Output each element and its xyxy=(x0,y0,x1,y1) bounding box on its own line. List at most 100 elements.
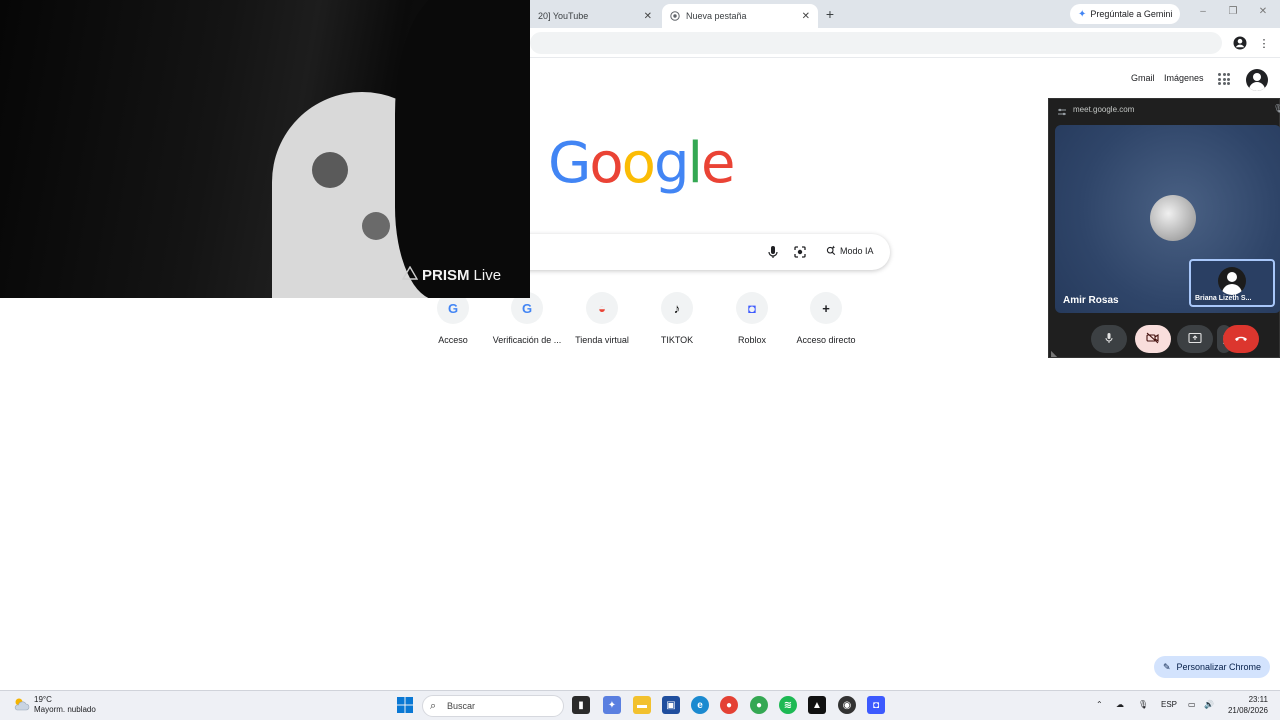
webcam-person-hair xyxy=(395,0,530,298)
prism-live-icon[interactable]: ▲ xyxy=(808,696,826,714)
participant-avatar xyxy=(1150,195,1196,241)
chrome-icon xyxy=(670,11,680,21)
shortcut-roblox[interactable]: ◘ Roblox xyxy=(715,292,789,345)
images-link[interactable]: Imágenes xyxy=(1164,73,1204,83)
mic-button[interactable] xyxy=(1091,325,1127,353)
apps-grid-icon[interactable] xyxy=(1218,73,1230,85)
tab-new-tab[interactable]: Nueva pestaña ✕ xyxy=(662,4,818,28)
shortcut-label: Verificación de ... xyxy=(492,335,562,345)
weather-temp: 19°C xyxy=(34,695,52,704)
camera-off-button[interactable] xyxy=(1135,325,1171,353)
address-bar[interactable] xyxy=(530,32,1222,54)
tab-label: 20] YouTube xyxy=(538,11,589,21)
chrome-taskbar-icon[interactable]: ● xyxy=(720,696,738,714)
plus-icon: + xyxy=(810,292,842,324)
chrome-profile-icon[interactable]: ● xyxy=(750,696,768,714)
prism-live-label: Live xyxy=(473,266,502,284)
shortcut-verificacion[interactable]: G Verificación de ... xyxy=(490,292,564,345)
close-icon[interactable]: ✕ xyxy=(644,11,652,22)
windows-start-icon[interactable] xyxy=(397,697,413,718)
tune-icon xyxy=(1057,104,1067,122)
taskbar: 19°C Mayorm. nublado ⌕ Buscar ▮ ✦ ▬ ▣ e … xyxy=(0,690,1280,720)
customize-chrome-button[interactable]: ✎ Personalizar Chrome xyxy=(1154,656,1270,678)
ai-mode-button[interactable]: Modo IA xyxy=(820,240,880,262)
tab-label: Nueva pestaña xyxy=(686,11,747,21)
google-lens-icon[interactable] xyxy=(791,243,809,261)
logo-letter: e xyxy=(701,131,735,196)
file-explorer-icon[interactable]: ▬ xyxy=(633,696,651,714)
weather-desc: Mayorm. nublado xyxy=(34,705,96,714)
mic-indicator-icon: 🎙 xyxy=(1273,104,1280,113)
microphone-tray-icon[interactable]: 🎙 xyxy=(1138,700,1148,709)
window-close-icon[interactable]: ✕ xyxy=(1255,6,1271,17)
spotify-icon[interactable]: ≋ xyxy=(779,696,797,714)
shortcut-label: Acceso xyxy=(438,335,468,345)
camera-off-icon xyxy=(1146,332,1160,347)
new-tab-button[interactable]: + xyxy=(822,6,838,22)
hang-up-icon xyxy=(1234,333,1248,345)
account-avatar[interactable] xyxy=(1246,69,1268,91)
hang-up-button[interactable] xyxy=(1223,325,1259,353)
tab-youtube[interactable]: 20] YouTube ✕ xyxy=(530,4,660,28)
logo-letter: g xyxy=(653,131,690,196)
clock-time: 23:11 xyxy=(1248,695,1268,704)
microphone-icon[interactable] xyxy=(764,243,782,261)
language-indicator[interactable]: ESP xyxy=(1161,700,1177,709)
webcam-overlay: PRISM Live xyxy=(0,0,530,298)
pencil-icon: ✎ xyxy=(1162,661,1171,672)
shortcut-label: TIKTOK xyxy=(660,335,694,345)
customize-label: Personalizar Chrome xyxy=(1176,662,1262,672)
system-clock[interactable]: 23:11 21/08/2026 xyxy=(1226,694,1268,716)
gemini-spark-icon: ✦ xyxy=(1078,8,1087,20)
self-name: Briana Lizeth S... xyxy=(1195,295,1252,302)
ai-sparkle-search-icon xyxy=(826,245,836,257)
logo-letter: o xyxy=(621,131,656,196)
obs-icon[interactable]: ◉ xyxy=(838,696,856,714)
tiktok-icon: ♪ xyxy=(661,292,693,324)
logo-letter: o xyxy=(589,131,623,196)
edge-icon[interactable]: e xyxy=(691,696,709,714)
onedrive-cloud-icon[interactable]: ☁ xyxy=(1116,700,1124,709)
store-icon[interactable]: ▣ xyxy=(662,696,680,714)
google-logo: Google xyxy=(548,136,736,192)
shortcut-label: Acceso directo xyxy=(796,335,856,345)
shortcut-acceso[interactable]: G Acceso xyxy=(416,292,490,345)
minimize-icon[interactable]: – xyxy=(1195,6,1211,17)
gmail-link[interactable]: Gmail xyxy=(1131,73,1155,83)
volume-icon[interactable]: 🔊 xyxy=(1204,700,1214,709)
kebab-menu-icon[interactable]: ⋮ xyxy=(1256,35,1272,51)
shortcut-tienda-virtual[interactable]: ◒ Tienda virtual xyxy=(565,292,639,345)
task-view-icon[interactable]: ▮ xyxy=(572,696,590,714)
ai-mode-label: Modo IA xyxy=(840,246,874,256)
present-button[interactable] xyxy=(1177,325,1213,353)
meet-url: meet.google.com xyxy=(1073,105,1135,114)
chevron-up-icon[interactable]: ⌃ xyxy=(1096,700,1103,709)
microphone-icon xyxy=(1103,332,1115,347)
meet-main-tile: Amir Rosas Briana Lizeth S... xyxy=(1055,125,1280,313)
shortcut-add[interactable]: + Acceso directo xyxy=(789,292,863,345)
participant-name: Amir Rosas xyxy=(1063,295,1119,306)
meet-pip-window: meet.google.com 🎙 Amir Rosas Briana Lize… xyxy=(1048,98,1280,358)
shortcut-tiktok[interactable]: ♪ TIKTOK xyxy=(640,292,714,345)
prism-triangle-icon xyxy=(401,265,419,284)
self-avatar xyxy=(1218,267,1246,295)
resize-handle-icon[interactable]: ◣ xyxy=(1051,349,1057,358)
taskbar-search-placeholder: Buscar xyxy=(447,701,476,711)
roblox-taskbar-icon[interactable]: ◘ xyxy=(867,696,885,714)
network-icon[interactable]: ▭ xyxy=(1188,700,1196,709)
shortcut-label: Roblox xyxy=(737,335,766,345)
clock-date: 21/08/2026 xyxy=(1227,706,1268,715)
gemini-label: Pregúntale a Gemini xyxy=(1090,9,1173,19)
gemini-button[interactable]: ✦ Pregúntale a Gemini xyxy=(1070,4,1181,24)
self-tile[interactable]: Briana Lizeth S... xyxy=(1189,259,1275,307)
copilot-icon[interactable]: ✦ xyxy=(603,696,621,714)
shortcut-label: Tienda virtual xyxy=(575,335,629,345)
profile-icon[interactable] xyxy=(1232,35,1248,51)
cloud-sun-icon[interactable] xyxy=(12,696,30,712)
rainbow-icon: ◒ xyxy=(586,292,618,324)
restore-icon[interactable]: ❐ xyxy=(1225,6,1241,17)
search-icon: ⌕ xyxy=(430,700,437,712)
taskbar-search-input[interactable]: ⌕ Buscar xyxy=(422,695,564,717)
prism-live-watermark: PRISM Live xyxy=(401,265,502,284)
close-icon[interactable]: ✕ xyxy=(802,11,810,22)
